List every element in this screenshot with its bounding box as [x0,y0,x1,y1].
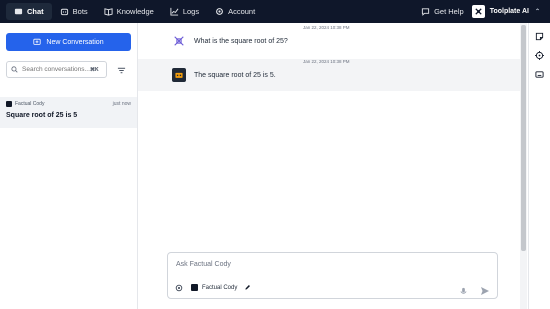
get-help-label: Get Help [434,7,464,16]
message-input-placeholder: Ask Factual Cody [176,261,231,268]
settings-icon[interactable] [174,283,183,292]
nav-account-label: Account [228,7,256,16]
nav-bots-label: Bots [72,7,88,16]
workspace-switcher[interactable]: Toolplate AI ⌃ [471,5,550,18]
nav-knowledge-label: Knowledge [116,7,154,16]
chat-icon [14,8,23,15]
search-shortcut: ⌘K [90,66,99,73]
message-timestamp: Jan 22, 2024 10:38 PM [303,25,350,30]
user-avatar-icon [172,34,186,48]
search-icon [11,66,18,73]
nav-account[interactable]: Account [207,0,263,23]
get-help-button[interactable]: Get Help [413,0,472,23]
nav-knowledge[interactable]: Knowledge [96,0,162,23]
chat-scrollbar[interactable] [520,23,527,309]
chat-panel: Jan 22, 2024 10:38 PM What is the square… [138,23,520,309]
search-input[interactable] [22,66,90,73]
workspace-name: Toolplate AI [489,8,529,15]
help-chat-icon [421,8,430,16]
scrollbar-thumb[interactable] [521,25,526,251]
message-text: What is the square root of 25? [194,38,288,45]
book-icon [104,8,113,16]
nav-bots[interactable]: Bots [52,0,96,23]
nav-chat[interactable]: Chat [6,3,52,20]
keyboard-icon[interactable] [534,69,545,80]
nav-chat-label: Chat [27,7,44,16]
right-toolbar [528,23,550,309]
chart-icon [170,7,179,16]
filter-icon [117,67,125,73]
nav-logs[interactable]: Logs [162,0,207,23]
message-row-user: Jan 22, 2024 10:38 PM What is the square… [138,25,520,55]
bot-avatar [6,101,12,107]
target-icon[interactable] [534,50,545,61]
filter-button[interactable] [114,63,128,77]
pencil-icon[interactable] [243,283,252,292]
conversation-list-item[interactable]: Factual Cody just now Square root of 25 … [0,97,137,128]
conversation-title: Square root of 25 is 5 [6,112,78,119]
gear-icon [216,8,223,15]
workspace-logo [471,5,485,18]
bot-icon [60,8,68,16]
new-conversation-button[interactable]: New Conversation [6,33,131,51]
message-timestamp: Jan 22, 2024 10:38 PM [303,59,350,64]
message-row-bot: Jan 22, 2024 10:38 PM The square root of… [138,59,520,91]
microphone-icon[interactable] [459,283,468,294]
send-icon[interactable] [480,283,490,295]
conversation-bot-name: Factual Cody [15,101,45,107]
top-nav: Chat Bots Knowledge Logs Account Get Hel… [0,0,550,23]
notes-icon[interactable] [534,31,545,42]
message-input[interactable]: Ask Factual Cody Factual Cody [167,252,498,299]
message-text: The square root of 25 is 5. [194,72,276,79]
new-conversation-label: New Conversation [46,38,104,46]
search-box: ⌘K [6,61,107,78]
bot-selector[interactable]: Factual Cody [191,284,237,291]
chevron-updown-icon: ⌃ [534,9,540,15]
bot-avatar [191,284,198,291]
nav-logs-label: Logs [182,7,200,16]
conversation-time: just now [112,101,131,107]
new-chat-icon [33,38,41,45]
bot-avatar-icon [172,68,186,82]
conversation-sidebar: New Conversation ⌘K Factual Cody just no… [0,23,138,309]
selected-bot-name: Factual Cody [202,284,238,291]
